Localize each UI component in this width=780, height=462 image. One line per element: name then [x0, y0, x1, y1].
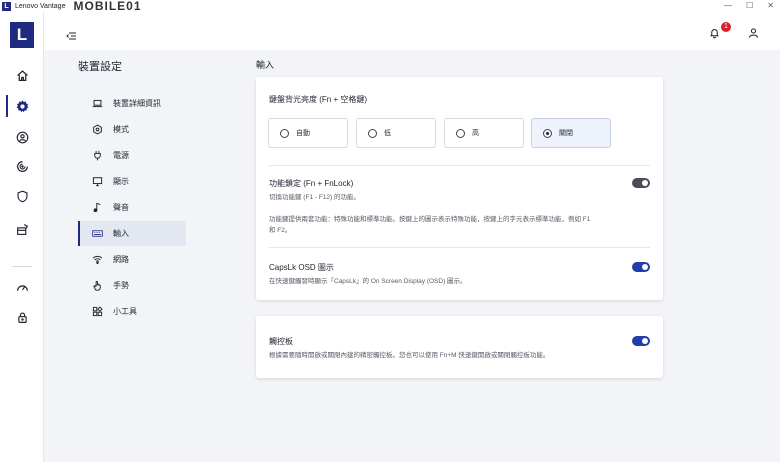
backlight-option-low[interactable]: 低: [356, 118, 436, 148]
radio-auto[interactable]: [280, 128, 289, 138]
radio-low[interactable]: [368, 128, 377, 138]
rail-lock-button[interactable]: [0, 306, 44, 328]
option-label: 低: [384, 130, 391, 137]
backlight-option-high[interactable]: 高: [444, 118, 524, 148]
notification-badge: 1: [721, 22, 731, 32]
nav-item-label: 顯示: [113, 177, 129, 186]
nav-item-power[interactable]: 電源: [78, 143, 186, 168]
notifications-button[interactable]: [709, 26, 720, 44]
music-note-icon: [93, 202, 100, 213]
rail-security-button[interactable]: [0, 185, 44, 207]
touchpad-card: 觸控板 根據需要隨時開啟或關閉內建的精密觸控板。您也可以使用 Fn+M 快速鍵開…: [256, 316, 663, 378]
fnlock-title: 功能鎖定 (Fn + FnLock): [269, 179, 354, 188]
window-controls: — ☐ ✕: [724, 0, 774, 12]
radio-high[interactable]: [456, 128, 465, 138]
lock-icon: [17, 311, 27, 323]
monitor-icon: [92, 177, 102, 187]
rail-home-button[interactable]: [0, 64, 44, 86]
capslock-subtitle: 在快速鍵觸發時顯示「CapsLk」的 On Screen Display (OS…: [269, 278, 467, 285]
nav-item-widgets[interactable]: 小工具: [78, 299, 186, 324]
widgets-icon: [92, 306, 103, 317]
window-titlebar: L Lenovo Vantage MOBILE01 — ☐ ✕: [0, 0, 780, 12]
hand-icon: [93, 280, 101, 291]
nav-item-label: 聲音: [113, 203, 129, 212]
menu-collapse-icon: [66, 32, 76, 40]
user-account-button[interactable]: [748, 26, 759, 44]
rail-device-settings-button[interactable]: [0, 95, 44, 117]
laptop-icon: [92, 99, 102, 108]
touchpad-toggle[interactable]: [632, 336, 650, 346]
option-label: 高: [472, 130, 479, 137]
keyboard-icon: [91, 230, 103, 237]
capslock-osd-toggle[interactable]: [632, 262, 650, 272]
backlight-option-auto[interactable]: 自動: [268, 118, 348, 148]
touchpad-title: 觸控板: [269, 337, 293, 346]
nav-item-label: 模式: [113, 125, 129, 134]
fnlock-description-line1: 功能鍵提供兩套功能：特殊功能和標準功能。按鍵上的圖示表示特殊功能，按鍵上的字元表…: [269, 216, 591, 223]
shield-icon: [16, 190, 28, 202]
plug-icon: [93, 151, 101, 161]
capslock-title: CapsLk OSD 圖示: [269, 263, 334, 272]
nav-item-label: 裝置詳細資訊: [113, 99, 161, 108]
nav-item-label: 電源: [113, 151, 129, 160]
content-title: 輸入: [256, 60, 275, 70]
nav-section-title: 裝置設定: [78, 61, 122, 73]
fnlock-description-line2: 和 F2。: [269, 227, 292, 234]
nav-item-audio[interactable]: 聲音: [78, 195, 186, 220]
window-logo-icon: L: [2, 1, 11, 11]
minimize-button[interactable]: —: [724, 0, 732, 12]
input-settings-card: 鍵盤背光亮度 (Fn + 空格鍵) 自動 低 高 關閉 功能鎖定 (Fn + F…: [256, 77, 663, 300]
account-circle-icon: [16, 131, 28, 143]
nav-item-label: 網路: [113, 255, 129, 264]
nav-item-network[interactable]: 網路: [78, 247, 186, 272]
backlight-title: 鍵盤背光亮度 (Fn + 空格鍵): [269, 95, 368, 104]
maximize-button[interactable]: ☐: [746, 0, 753, 12]
top-bar: 1: [44, 12, 780, 50]
main-area: 裝置設定 裝置詳細資訊 模式 電源 顯示 聲音 輸入 網路 手勢 小工具 輸入 …: [44, 50, 780, 462]
rail-network-boost-button[interactable]: [0, 155, 44, 177]
bell-icon: [709, 29, 720, 39]
gear-icon: [16, 99, 28, 112]
nav-item-label: 輸入: [113, 229, 129, 238]
hexagon-icon: [92, 124, 102, 135]
close-button[interactable]: ✕: [767, 0, 774, 12]
radio-off[interactable]: [543, 128, 552, 138]
app-logo: L: [10, 22, 34, 48]
fnlock-toggle[interactable]: [632, 178, 650, 188]
collapse-menu-button[interactable]: [66, 27, 76, 45]
home-icon: [16, 69, 28, 81]
option-label: 關閉: [559, 130, 573, 137]
option-label: 自動: [296, 130, 310, 137]
rail-account-button[interactable]: [0, 126, 44, 148]
nav-item-device-details[interactable]: 裝置詳細資訊: [78, 91, 186, 116]
nav-item-label: 小工具: [113, 307, 137, 316]
nav-item-mode[interactable]: 模式: [78, 117, 186, 142]
touchpad-subtitle: 根據需要隨時開啟或關閉內建的精密觸控板。您也可以使用 Fn+M 快速鍵開啟或關閉…: [269, 352, 550, 359]
rail-performance-button[interactable]: [0, 276, 44, 298]
nav-item-display[interactable]: 顯示: [78, 169, 186, 194]
backlight-option-off[interactable]: 關閉: [531, 118, 611, 148]
divider: [269, 247, 650, 248]
divider: [269, 165, 650, 166]
window-title: Lenovo Vantage: [15, 2, 66, 10]
gift-box-icon: [16, 223, 28, 235]
signal-rings-icon: [16, 160, 28, 172]
watermark-text: MOBILE01: [73, 0, 142, 13]
left-rail: L: [0, 12, 44, 462]
user-icon: [748, 28, 759, 38]
wifi-icon: [92, 255, 102, 265]
nav-item-input[interactable]: 輸入: [78, 221, 186, 246]
nav-item-label: 手勢: [113, 281, 129, 290]
rail-apps-offers-button[interactable]: [0, 218, 44, 240]
nav-item-gestures[interactable]: 手勢: [78, 273, 186, 298]
speedometer-icon: [16, 284, 28, 291]
rail-divider: [12, 266, 32, 267]
fnlock-subtitle: 切換功能鍵 (F1 - F12) 的功能。: [269, 194, 361, 201]
